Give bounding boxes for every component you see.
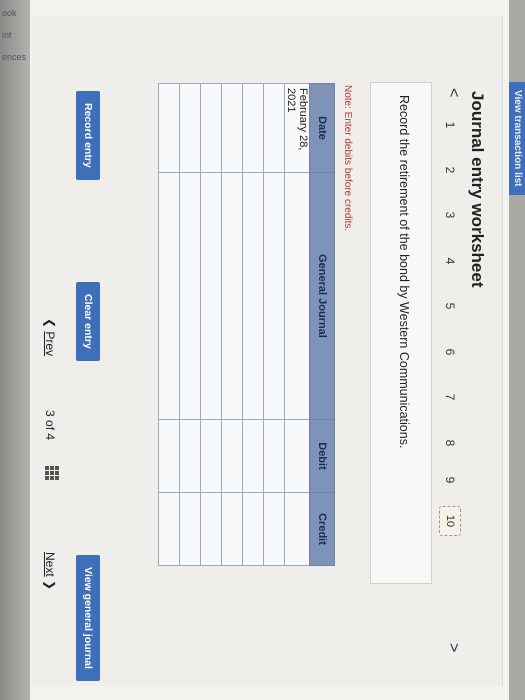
- step-6[interactable]: 6: [443, 345, 457, 359]
- date-cell[interactable]: [200, 83, 222, 173]
- next-page-link[interactable]: Next ❯: [43, 552, 57, 590]
- record-entry-button[interactable]: Record entry: [76, 91, 100, 180]
- account-select[interactable]: [221, 172, 243, 420]
- table-row: [179, 83, 201, 566]
- table-row: [200, 83, 222, 566]
- credit-input[interactable]: [179, 492, 201, 566]
- chevron-left-icon: ❮: [43, 318, 57, 329]
- grid-icon[interactable]: [45, 466, 59, 480]
- table-row: [242, 83, 264, 566]
- note-text: Note: Enter debits before credits.: [342, 85, 353, 232]
- step-4[interactable]: 4: [443, 254, 457, 268]
- current-page: 3: [43, 410, 57, 417]
- account-select[interactable]: [200, 172, 222, 420]
- top-bar: View transaction list: [509, 0, 525, 700]
- header-date: Date: [309, 83, 335, 173]
- step-1[interactable]: 1: [443, 118, 457, 132]
- header-credit: Credit: [309, 492, 335, 566]
- debit-input[interactable]: [284, 419, 310, 493]
- credit-input[interactable]: [221, 492, 243, 566]
- side-label-references: ences: [2, 52, 27, 62]
- date-cell[interactable]: [263, 83, 285, 173]
- account-select[interactable]: [284, 172, 310, 420]
- account-select[interactable]: [158, 172, 180, 420]
- account-select[interactable]: [179, 172, 201, 420]
- credit-input[interactable]: [200, 492, 222, 566]
- table-row: [263, 83, 285, 566]
- journal-table: Date General Journal Debit Credit Februa…: [158, 83, 335, 566]
- header-general-journal: General Journal: [309, 172, 335, 420]
- account-select[interactable]: [242, 172, 264, 420]
- clear-entry-button[interactable]: Clear entry: [76, 282, 100, 361]
- debit-input[interactable]: [179, 419, 201, 493]
- side-label-print: int: [2, 30, 12, 40]
- next-label: Next: [43, 552, 57, 577]
- debit-input[interactable]: [158, 419, 180, 493]
- debit-input[interactable]: [242, 419, 264, 493]
- date-cell[interactable]: [179, 83, 201, 173]
- left-edge: ook int ences: [0, 0, 30, 700]
- debit-input[interactable]: [200, 419, 222, 493]
- date-cell[interactable]: [221, 83, 243, 173]
- credit-input[interactable]: [242, 492, 264, 566]
- credit-input[interactable]: [158, 492, 180, 566]
- step-5[interactable]: 5: [443, 299, 457, 313]
- of-label: of: [43, 420, 57, 431]
- debit-input[interactable]: [221, 419, 243, 493]
- prev-step-chevron-icon[interactable]: <: [444, 88, 462, 97]
- instruction-box: Record the retirement of the bond by Wes…: [370, 82, 432, 584]
- table-row: February 28, 2021: [284, 83, 310, 566]
- side-label-book: ook: [2, 8, 17, 18]
- step-9[interactable]: 9: [443, 473, 457, 487]
- page-indicator: 3 of 4: [43, 410, 57, 440]
- next-step-chevron-icon[interactable]: >: [444, 643, 462, 652]
- chevron-right-icon: ❯: [43, 580, 57, 591]
- page-title: Journal entry worksheet: [468, 91, 487, 288]
- step-8[interactable]: 8: [443, 436, 457, 450]
- step-7[interactable]: 7: [443, 390, 457, 404]
- table-row: [158, 83, 180, 566]
- header-debit: Debit: [309, 419, 335, 493]
- table-row: [221, 83, 243, 566]
- screen: View transaction list Journal entry work…: [30, 0, 525, 700]
- step-2[interactable]: 2: [443, 163, 457, 177]
- step-10-active[interactable]: 10: [439, 506, 461, 536]
- total-pages: 4: [43, 433, 57, 441]
- debit-input[interactable]: [263, 419, 285, 493]
- account-select[interactable]: [263, 172, 285, 420]
- prev-page-link[interactable]: ❮ Prev: [43, 318, 57, 356]
- step-navigation: < 1 2 3 4 5 6 7 8 9 10 >: [435, 88, 463, 698]
- date-cell[interactable]: [242, 83, 264, 173]
- date-cell[interactable]: [158, 83, 180, 173]
- view-transaction-list-tab[interactable]: View transaction list: [509, 82, 525, 195]
- credit-input[interactable]: [263, 492, 285, 566]
- date-cell[interactable]: February 28, 2021: [284, 83, 310, 173]
- prev-label: Prev: [43, 331, 57, 357]
- view-general-journal-button[interactable]: View general journal: [76, 555, 100, 681]
- credit-input[interactable]: [284, 492, 310, 566]
- instruction-text: Record the retirement of the bond by Wes…: [397, 95, 411, 449]
- step-3[interactable]: 3: [443, 208, 457, 222]
- table-header-row: Date General Journal Debit Credit: [309, 83, 335, 566]
